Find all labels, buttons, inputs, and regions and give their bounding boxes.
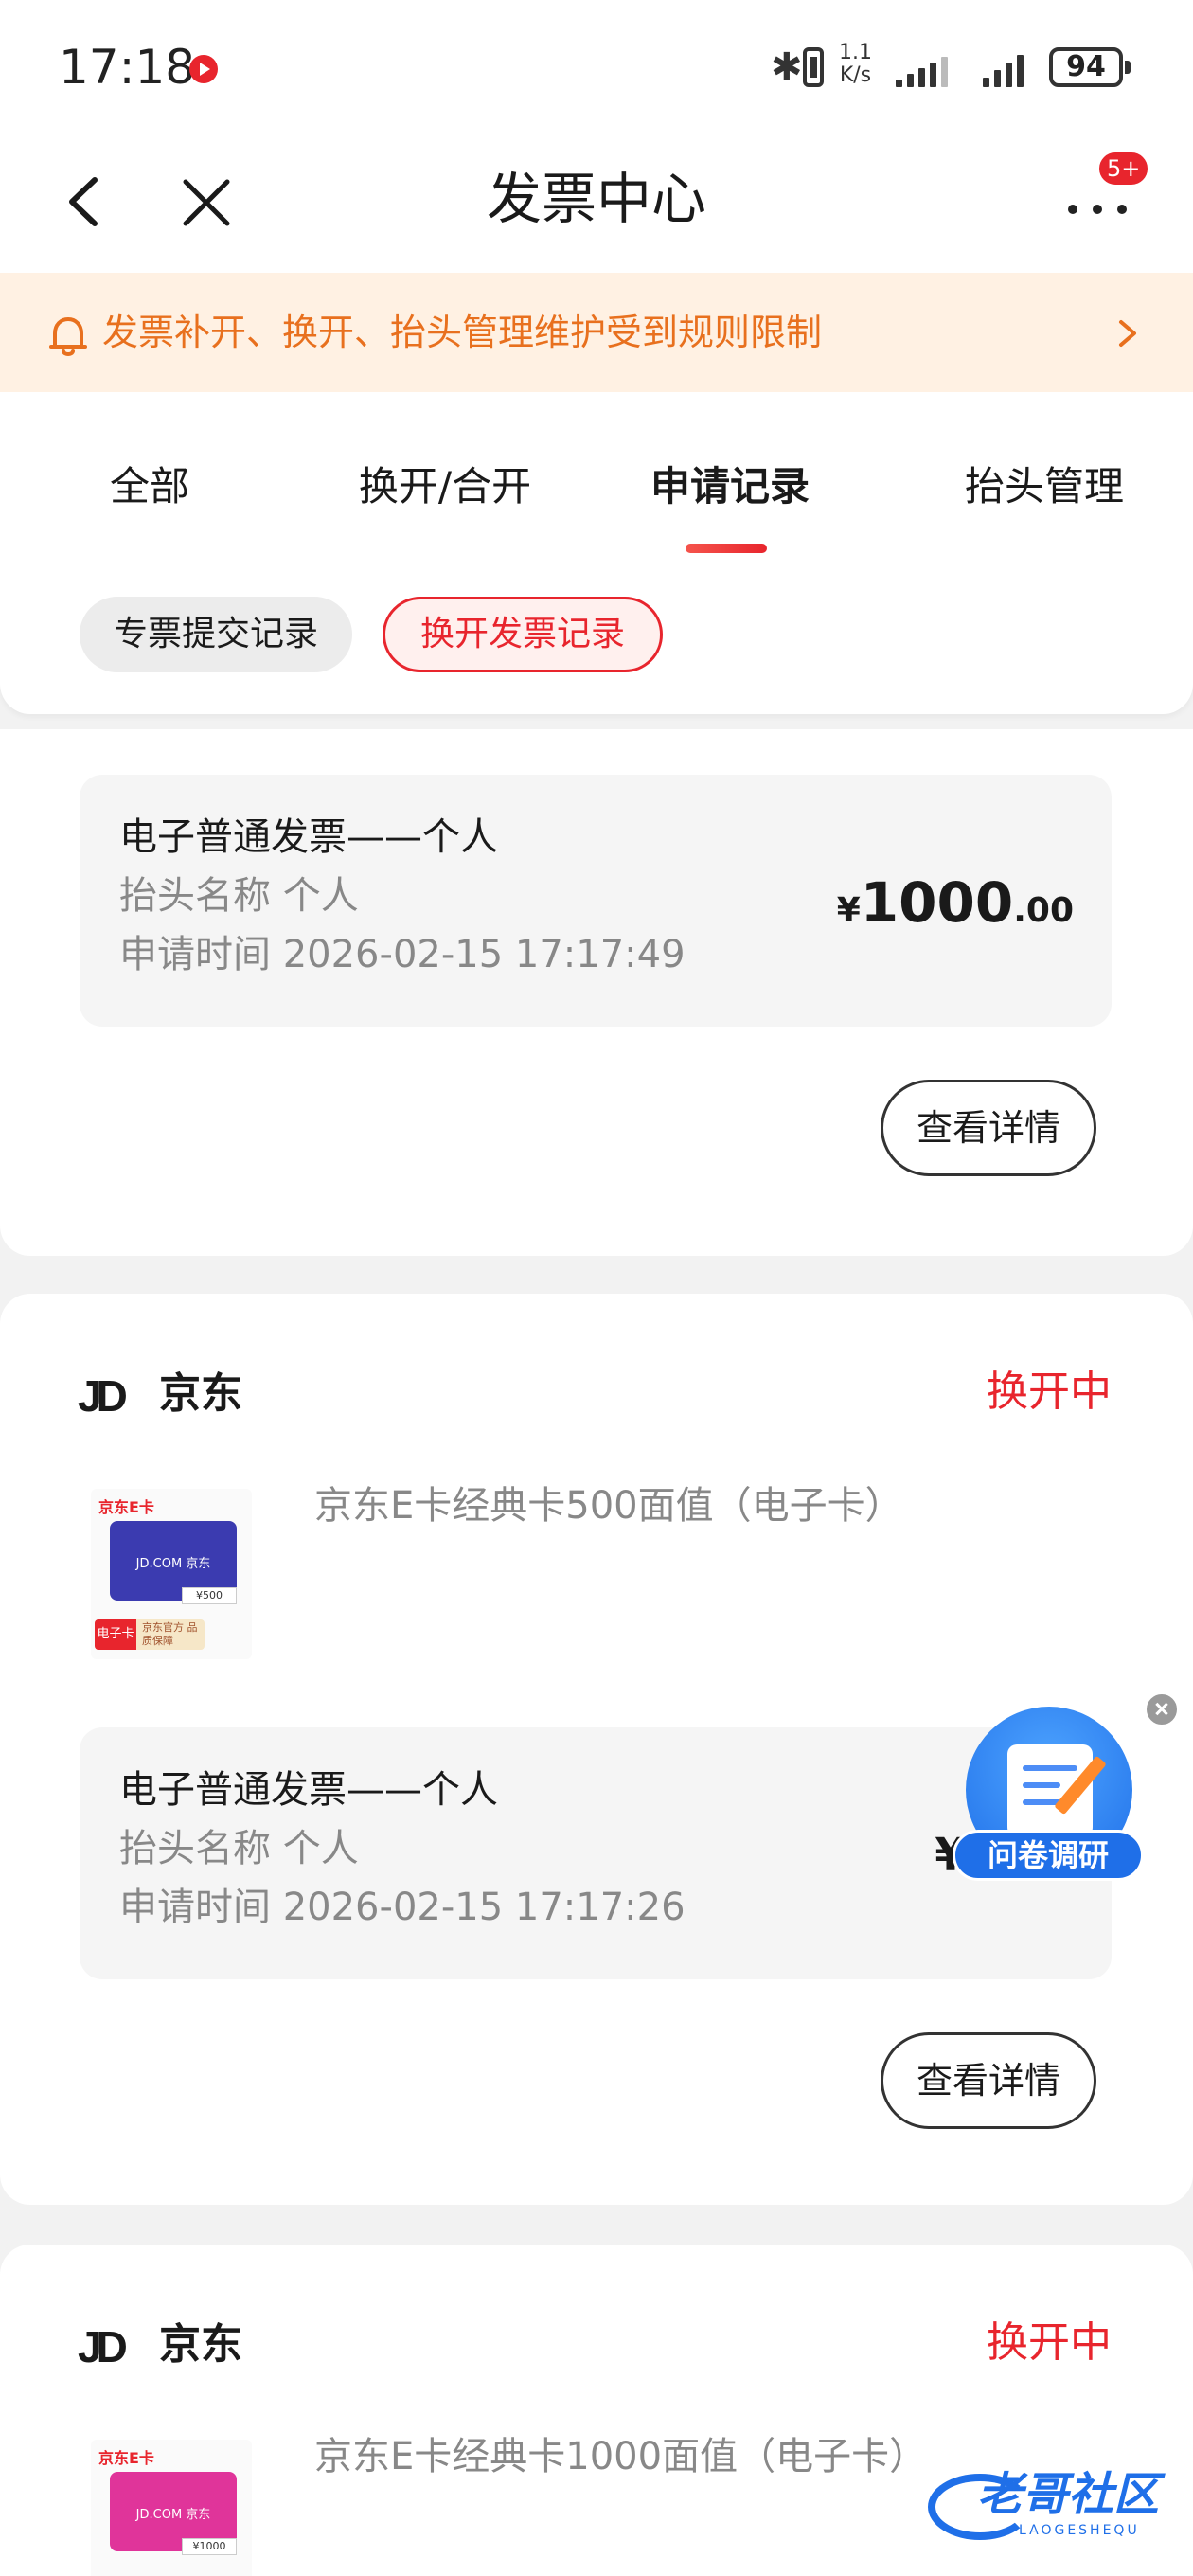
jd-logo: JD (78, 1371, 128, 1421)
watermark: 老哥社区 LAOGESHEQU (928, 2453, 1184, 2557)
survey-close-icon[interactable] (1144, 1691, 1180, 1727)
record-card: 电子普通发票——个人 抬头名称 个人 申请时间 2026-02-15 17:17… (0, 729, 1193, 1256)
product-image[interactable]: 京东E卡 JD.COM 京东 ¥500 电子卡 京东官方 品质保障 (91, 1489, 252, 1659)
invoice-type: 电子普通发票——个人 (119, 815, 498, 859)
face-value: ¥500 (182, 1587, 237, 1604)
message-badge: 5+ (1096, 150, 1151, 188)
product-image[interactable]: 京东E卡 JD.COM 京东 ¥1000 (91, 2440, 252, 2576)
apply-time: 申请时间 2026-02-15 17:17:26 (119, 1886, 686, 1929)
active-tab-indicator (686, 544, 767, 553)
notice-text: 发票补开、换开、抬头管理维护受到规则限制 (102, 312, 823, 353)
amount-integer: 1000 (860, 870, 1014, 935)
shop-name[interactable]: 京东 (159, 2317, 242, 2373)
nav-bar: 发票中心 5+ (0, 133, 1193, 273)
ecard-label: JD.COM 京东 (135, 1557, 211, 1571)
apply-time: 申请时间 2026-02-15 17:17:49 (119, 933, 686, 976)
thumb-tag-label: 电子卡 (95, 1619, 136, 1650)
amount-currency: ¥ (836, 891, 861, 930)
page-title: 发票中心 (486, 167, 706, 231)
thumb-tag: 电子卡 京东官方 品质保障 (95, 1619, 205, 1650)
view-detail-button[interactable]: 查看详情 (881, 1080, 1096, 1176)
view-detail-button[interactable]: 查看详情 (881, 2032, 1096, 2129)
net-speed: 1.1 K/s (839, 42, 872, 87)
tab-header-management[interactable]: 抬头管理 (954, 458, 1134, 515)
status-bar: 17:18 ✱ 1.1 K/s 94 (0, 0, 1193, 133)
thumb-tag-note: 京东官方 品质保障 (142, 1621, 198, 1647)
bell-icon (49, 317, 87, 356)
thumb-brand: 京东E卡 (98, 1498, 154, 1516)
battery-icon: 94 (1049, 47, 1131, 87)
amount-decimal: .00 (1013, 891, 1074, 930)
invoice-type: 电子普通发票——个人 (119, 1768, 498, 1812)
chip-reissue-invoice-records[interactable]: 换开发票记录 (383, 597, 663, 672)
chip-special-invoice-records[interactable]: 专票提交记录 (80, 597, 352, 672)
survey-label: 问卷调研 (953, 1830, 1144, 1881)
signal-icon (896, 49, 948, 87)
tab-reissue-merge[interactable]: 换开/合开 (341, 458, 549, 515)
invoice-header: 抬头名称 个人 (119, 874, 359, 918)
face-value: ¥1000 (182, 2538, 237, 2555)
product-title[interactable]: 京东E卡经典卡500面值（电子卡） (314, 1479, 903, 1532)
survey-float-button[interactable]: 问卷调研 (953, 1707, 1149, 1881)
clock: 17:18 (59, 40, 196, 95)
jd-logo: JD (78, 2322, 128, 2371)
status-label: 换开中 (987, 2318, 1112, 2367)
notice-banner[interactable]: 发票补开、换开、抬头管理维护受到规则限制 (0, 273, 1193, 392)
thumb-brand: 京东E卡 (98, 2449, 154, 2467)
product-title[interactable]: 京东E卡经典卡1000面值（电子卡） (314, 2430, 927, 2483)
tab-application-records[interactable]: 申请记录 (650, 458, 810, 515)
net-speed-unit: K/s (839, 63, 872, 87)
watermark-text: 老哥社区 (977, 2468, 1160, 2521)
ecard-label: JD.COM 京东 (135, 2508, 211, 2522)
shop-name[interactable]: 京东 (159, 1366, 242, 1422)
net-speed-value: 1.1 (839, 41, 872, 64)
tab-all[interactable]: 全部 (91, 458, 208, 515)
invoice-info[interactable]: 电子普通发票——个人 抬头名称 个人 申请时间 2026-02-15 17:17… (80, 775, 1112, 1027)
chevron-right-icon (1119, 320, 1136, 347)
more-icon[interactable] (1060, 180, 1136, 237)
status-label: 换开中 (987, 1368, 1112, 1416)
tabs-panel: 全部 换开/合开 申请记录 抬头管理 专票提交记录 换开发票记录 (0, 392, 1193, 714)
watermark-subtext: LAOGESHEQU (1019, 2523, 1140, 2538)
invoice-amount: ¥1000.00 (837, 869, 1074, 950)
signal-icon (983, 49, 1024, 87)
screen-record-icon (189, 55, 218, 83)
invoice-header: 抬头名称 个人 (119, 1827, 359, 1870)
vibrate-icon (803, 47, 824, 87)
